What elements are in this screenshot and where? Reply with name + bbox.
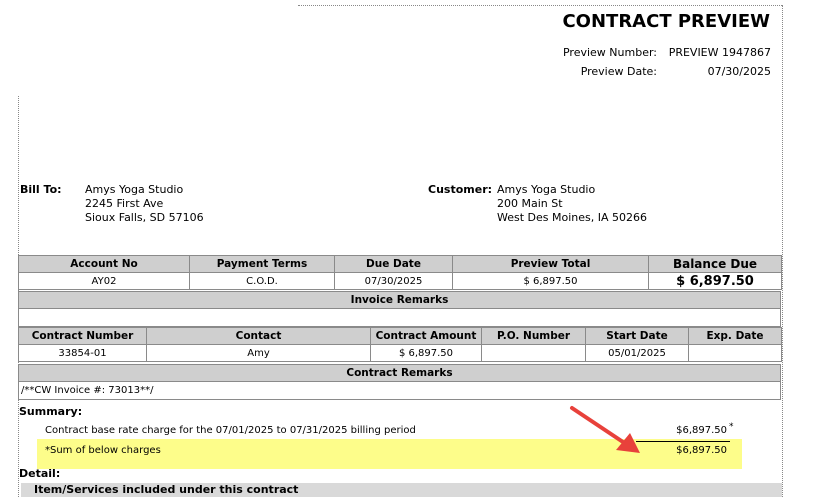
due-date-header: Due Date xyxy=(334,255,453,273)
detail-bar-text: Item/Services included under this contra… xyxy=(34,483,299,496)
account-table: Account No Payment Terms Due Date Previe… xyxy=(18,255,782,290)
po-number-header: P.O. Number xyxy=(481,327,586,345)
payment-terms-header: Payment Terms xyxy=(189,255,335,273)
due-date-value: 07/30/2025 xyxy=(334,272,453,290)
contract-table: Contract Number Contact Contract Amount … xyxy=(18,327,782,362)
customer-label: Customer: xyxy=(428,183,493,196)
exp-date-value xyxy=(688,344,782,362)
balance-due-header: Balance Due xyxy=(648,255,782,273)
bill-to-city: Sioux Falls, SD 57106 xyxy=(85,211,204,224)
contact-value: Amy xyxy=(146,344,371,362)
start-date-value: 05/01/2025 xyxy=(585,344,689,362)
preview-total-value: $ 6,897.50 xyxy=(452,272,649,290)
summary-label: Summary: xyxy=(19,405,83,418)
account-value-row: AY02 C.O.D. 07/30/2025 $ 6,897.50 $ 6,89… xyxy=(18,272,782,290)
contract-remarks-header: Contract Remarks xyxy=(18,364,781,382)
exp-date-header: Exp. Date xyxy=(688,327,782,345)
contract-number-header: Contract Number xyxy=(18,327,147,345)
summary-sum-description: *Sum of below charges xyxy=(45,445,161,456)
summary-total-underline xyxy=(636,441,730,442)
contract-number-value: 33854-01 xyxy=(18,344,147,362)
contract-value-row: 33854-01 Amy $ 6,897.50 05/01/2025 xyxy=(18,344,782,362)
start-date-header: Start Date xyxy=(585,327,689,345)
bill-to-name: Amys Yoga Studio xyxy=(85,183,184,196)
preview-date-label: Preview Date: xyxy=(580,65,657,78)
detail-label: Detail: xyxy=(19,467,61,480)
preview-date-value: 07/30/2025 xyxy=(707,65,771,78)
contact-header: Contact xyxy=(146,327,371,345)
preview-number-value: PREVIEW 1947867 xyxy=(668,46,771,59)
contract-amount-header: Contract Amount xyxy=(370,327,482,345)
contract-remarks-text: /**CW Invoice #: 73013**/ xyxy=(18,381,781,400)
bill-to-street: 2245 First Ave xyxy=(85,197,164,210)
page-border-top xyxy=(298,5,782,6)
payment-terms-value: C.O.D. xyxy=(189,272,335,290)
preview-number-label: Preview Number: xyxy=(562,46,657,59)
contract-amount-value: $ 6,897.50 xyxy=(370,344,482,362)
bill-to-address: Amys Yoga Studio 2245 First Ave Sioux Fa… xyxy=(85,183,204,225)
document-title: CONTRACT PREVIEW xyxy=(562,11,770,32)
customer-city: West Des Moines, IA 50266 xyxy=(497,211,648,224)
customer-address: Amys Yoga Studio 200 Main St West Des Mo… xyxy=(497,183,647,225)
bill-to-label: Bill To: xyxy=(20,183,62,196)
customer-name: Amys Yoga Studio xyxy=(497,183,596,196)
balance-due-value: $ 6,897.50 xyxy=(648,272,782,290)
po-number-value xyxy=(481,344,586,362)
invoice-remarks-header: Invoice Remarks xyxy=(18,291,781,309)
contract-header-row: Contract Number Contact Contract Amount … xyxy=(18,327,782,345)
red-arrow-annotation xyxy=(570,406,640,453)
summary-line-asterisk: * xyxy=(729,422,734,432)
invoice-remarks-table: Invoice Remarks xyxy=(18,291,781,327)
preview-total-header: Preview Total xyxy=(452,255,649,273)
invoice-remarks-text xyxy=(18,308,781,327)
account-header-row: Account No Payment Terms Due Date Previe… xyxy=(18,255,782,273)
page-border-right xyxy=(782,5,783,497)
contract-remarks-table: Contract Remarks /**CW Invoice #: 73013*… xyxy=(18,364,781,400)
detail-bar: Item/Services included under this contra… xyxy=(21,483,782,497)
customer-street: 200 Main St xyxy=(497,197,563,210)
account-no-header: Account No xyxy=(18,255,190,273)
account-no-value: AY02 xyxy=(18,272,190,290)
summary-line-description: Contract base rate charge for the 07/01/… xyxy=(45,425,416,436)
